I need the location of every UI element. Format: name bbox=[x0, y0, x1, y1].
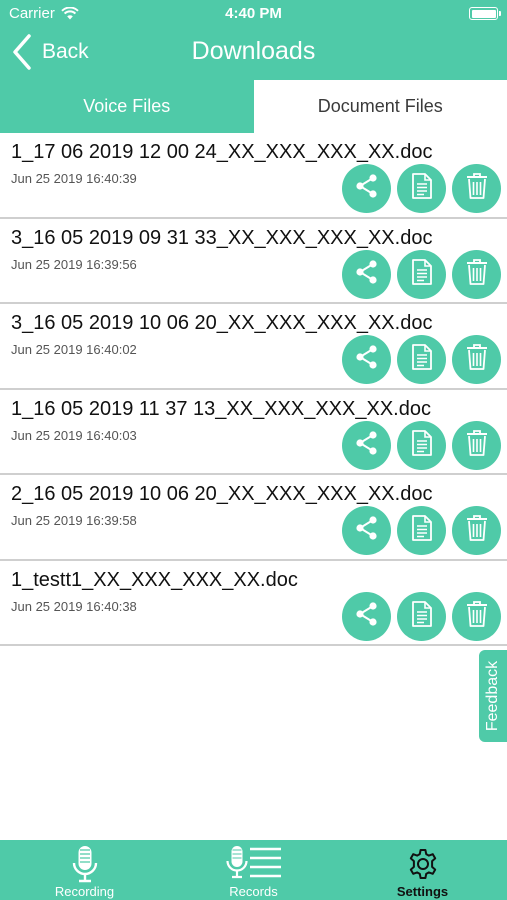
file-row[interactable]: 1_17 06 2019 12 00 24_XX_XXX_XXX_XX.doc J… bbox=[0, 133, 507, 219]
file-date: Jun 25 2019 16:39:58 bbox=[11, 513, 137, 528]
share-icon bbox=[354, 259, 380, 290]
file-name: 1_testt1_XX_XXX_XXX_XX.doc bbox=[11, 568, 298, 591]
share-icon bbox=[354, 344, 380, 375]
tab-settings[interactable]: Settings bbox=[338, 840, 507, 900]
share-icon bbox=[354, 430, 380, 461]
tab-settings-label: Settings bbox=[396, 884, 449, 899]
open-document-button[interactable] bbox=[397, 164, 446, 213]
file-name: 3_16 05 2019 10 06 20_XX_XXX_XXX_XX.doc bbox=[11, 312, 433, 334]
tab-recording-label: Recording bbox=[54, 884, 115, 899]
share-button[interactable] bbox=[342, 335, 391, 384]
file-date: Jun 25 2019 16:40:39 bbox=[11, 171, 137, 186]
open-document-button[interactable] bbox=[397, 420, 446, 470]
file-row[interactable]: 1_16 05 2019 11 37 13_XX_XXX_XXX_XX.doc J… bbox=[0, 390, 507, 475]
header: Carrier 4:40 PM Back Downloads bbox=[0, 0, 507, 80]
file-name: 2_16 05 2019 10 06 20_XX_XXX_XXX_XX.doc bbox=[11, 483, 433, 505]
tab-document-files[interactable]: Document Files bbox=[253, 80, 507, 133]
file-list: 1_17 06 2019 12 00 24_XX_XXX_XXX_XX.doc J… bbox=[0, 133, 507, 646]
file-actions bbox=[342, 420, 501, 470]
status-time: 4:40 PM bbox=[225, 5, 282, 22]
battery-icon bbox=[469, 7, 501, 20]
share-icon bbox=[354, 601, 380, 632]
status-bar: Carrier 4:40 PM bbox=[0, 0, 507, 26]
document-icon bbox=[411, 173, 433, 204]
share-button[interactable] bbox=[342, 164, 391, 213]
file-date: Jun 25 2019 16:40:02 bbox=[11, 342, 137, 357]
share-button[interactable] bbox=[342, 420, 391, 470]
file-name: 1_17 06 2019 12 00 24_XX_XXX_XXX_XX.doc bbox=[11, 141, 433, 163]
document-icon bbox=[411, 258, 433, 290]
file-name: 3_16 05 2019 09 31 33_XX_XXX_XXX_XX.doc bbox=[11, 226, 433, 249]
file-row[interactable]: 3_16 05 2019 09 31 33_XX_XXX_XXX_XX.doc J… bbox=[0, 219, 507, 304]
open-document-button[interactable] bbox=[397, 335, 446, 384]
open-document-button[interactable] bbox=[397, 249, 446, 299]
feedback-button[interactable]: Feedback bbox=[479, 650, 507, 742]
file-name: 1_16 05 2019 11 37 13_XX_XXX_XXX_XX.doc bbox=[11, 397, 431, 420]
tab-recording[interactable]: Recording bbox=[0, 840, 169, 900]
file-actions bbox=[342, 335, 501, 384]
share-button[interactable] bbox=[342, 506, 391, 555]
delete-button[interactable] bbox=[452, 335, 501, 384]
chevron-left-icon bbox=[13, 34, 31, 70]
file-date: Jun 25 2019 16:40:38 bbox=[11, 598, 137, 614]
trash-icon bbox=[465, 600, 489, 633]
back-label: Back bbox=[42, 40, 89, 63]
tab-voice-files[interactable]: Voice Files bbox=[0, 80, 254, 133]
delete-button[interactable] bbox=[452, 420, 501, 470]
file-row[interactable]: 1_testt1_XX_XXX_XXX_XX.doc Jun 25 2019 16… bbox=[0, 561, 507, 646]
tab-records[interactable]: Records bbox=[169, 840, 338, 900]
back-button[interactable]: Back bbox=[12, 34, 89, 70]
file-actions bbox=[342, 591, 501, 641]
document-icon bbox=[411, 515, 433, 546]
file-actions bbox=[342, 506, 501, 555]
file-date: Jun 25 2019 16:40:03 bbox=[11, 427, 137, 443]
share-button[interactable] bbox=[342, 591, 391, 641]
file-date: Jun 25 2019 16:39:56 bbox=[11, 256, 137, 272]
tab-bar: Voice Files Document Files bbox=[0, 80, 507, 133]
file-row[interactable]: 2_16 05 2019 10 06 20_XX_XXX_XXX_XX.doc J… bbox=[0, 475, 507, 561]
open-document-button[interactable] bbox=[397, 591, 446, 641]
document-icon bbox=[411, 600, 433, 632]
share-icon bbox=[354, 515, 380, 546]
records-list-icon bbox=[225, 846, 281, 879]
tab-records-label: Records bbox=[229, 884, 278, 899]
bottom-tab-bar: Recording Records Settings bbox=[0, 840, 507, 900]
trash-icon bbox=[465, 172, 489, 205]
open-document-button[interactable] bbox=[397, 506, 446, 555]
microphone-icon bbox=[72, 846, 97, 883]
trash-icon bbox=[465, 343, 489, 376]
delete-button[interactable] bbox=[452, 506, 501, 555]
file-actions bbox=[342, 249, 501, 299]
delete-button[interactable] bbox=[452, 591, 501, 641]
trash-icon bbox=[465, 429, 489, 462]
feedback-label: Feedback bbox=[484, 660, 502, 732]
delete-button[interactable] bbox=[452, 249, 501, 299]
trash-icon bbox=[465, 258, 489, 291]
share-button[interactable] bbox=[342, 249, 391, 299]
file-row[interactable]: 3_16 05 2019 10 06 20_XX_XXX_XXX_XX.doc J… bbox=[0, 304, 507, 390]
gear-icon bbox=[409, 849, 436, 879]
delete-button[interactable] bbox=[452, 164, 501, 213]
document-icon bbox=[411, 344, 433, 375]
share-icon bbox=[354, 173, 380, 204]
trash-icon bbox=[465, 514, 489, 547]
file-actions bbox=[342, 164, 501, 213]
document-icon bbox=[411, 429, 433, 461]
